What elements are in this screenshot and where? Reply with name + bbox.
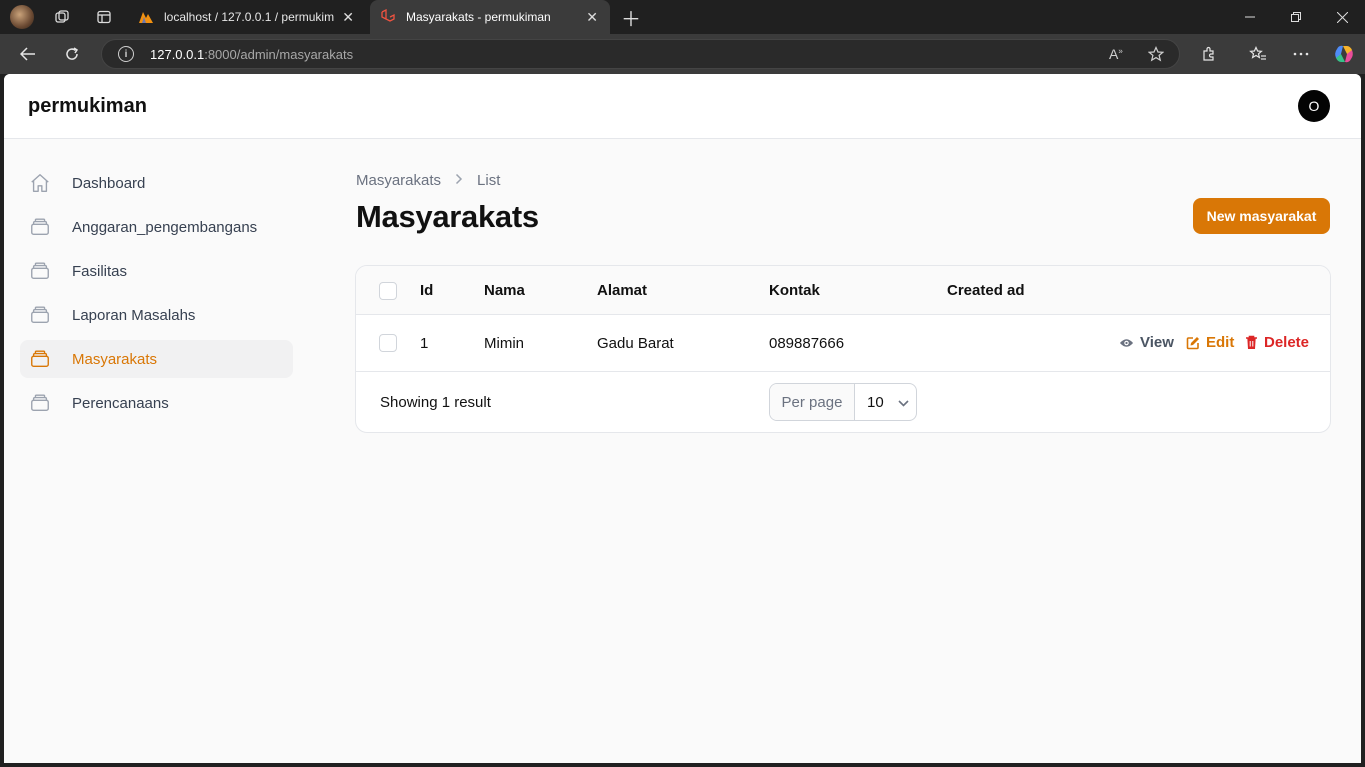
trash-icon xyxy=(1246,335,1257,349)
profile-avatar[interactable] xyxy=(10,5,34,29)
pencil-square-icon xyxy=(1186,336,1199,349)
favorites-icon[interactable] xyxy=(1245,42,1271,66)
column-header-id[interactable]: Id xyxy=(420,282,433,299)
sidebar-item-label: Laporan Masalahs xyxy=(72,306,196,324)
more-menu-icon[interactable] xyxy=(1288,42,1314,66)
browser-toolbar: i 127.0.0.1:8000/admin/masyarakats A» xyxy=(0,34,1365,74)
sidebar-item-label: Dashboard xyxy=(72,174,146,192)
sidebar-item-masyarakats[interactable]: Masyarakats xyxy=(20,340,293,378)
refresh-icon[interactable] xyxy=(59,42,85,66)
column-header-alamat[interactable]: Alamat xyxy=(597,282,647,299)
table-footer: Showing 1 result Per page 10 xyxy=(356,372,1330,432)
table-row[interactable]: 1 Mimin Gadu Barat 089887666 View Edit D… xyxy=(356,315,1330,372)
new-tab-icon[interactable]: ＋ xyxy=(619,6,643,31)
cell-id: 1 xyxy=(420,335,429,352)
app-brand[interactable]: permukiman xyxy=(28,95,147,118)
collection-icon xyxy=(28,259,52,283)
site-info-icon[interactable]: i xyxy=(118,46,134,62)
delete-label: Delete xyxy=(1264,334,1310,351)
sidebar: Dashboard Anggaran_pengembangans Fasilit… xyxy=(20,164,293,428)
eye-icon xyxy=(1119,338,1134,347)
restore-icon[interactable] xyxy=(1273,0,1319,34)
sidebar-item-laporan-masalahs[interactable]: Laporan Masalahs xyxy=(20,296,293,334)
cell-kontak: 089887666 xyxy=(769,335,845,352)
collection-icon xyxy=(28,347,52,371)
chevron-down-icon xyxy=(898,394,909,411)
table-header: Id Nama Alamat Kontak Created ad xyxy=(356,266,1330,315)
per-page-value[interactable]: 10 xyxy=(855,384,916,420)
collection-icon xyxy=(28,215,52,239)
view-action[interactable]: View xyxy=(1119,334,1174,351)
edit-label: Edit xyxy=(1206,334,1235,351)
breadcrumb: Masyarakats List xyxy=(356,172,500,189)
minimize-icon[interactable] xyxy=(1227,0,1273,34)
breadcrumb-parent-link[interactable]: Masyarakats xyxy=(356,172,441,189)
column-header-nama[interactable]: Nama xyxy=(484,282,525,299)
app-page: permukiman O Dashboard Anggaran_pengemba… xyxy=(4,74,1361,763)
app-topbar: permukiman O xyxy=(4,74,1361,139)
per-page-select[interactable]: Per page 10 xyxy=(769,383,917,421)
read-aloud-icon[interactable]: A» xyxy=(1109,46,1123,62)
results-count: Showing 1 result xyxy=(380,394,491,411)
view-label: View xyxy=(1140,334,1174,351)
favorite-star-icon[interactable] xyxy=(1147,46,1165,65)
back-icon[interactable] xyxy=(15,42,41,66)
browser-tab-phpmyadmin[interactable]: localhost / 127.0.0.1 / permukiman ✕ xyxy=(128,0,366,34)
phpmyadmin-favicon-icon xyxy=(139,12,153,23)
sidebar-item-perencanaans[interactable]: Perencanaans xyxy=(20,384,293,422)
per-page-value-text: 10 xyxy=(867,393,884,411)
close-tab-icon[interactable]: ✕ xyxy=(342,9,354,26)
sidebar-item-fasilitas[interactable]: Fasilitas xyxy=(20,252,293,290)
column-header-created-ad[interactable]: Created ad xyxy=(947,282,1025,299)
sidebar-item-label: Masyarakats xyxy=(72,350,158,368)
extensions-icon[interactable] xyxy=(1196,42,1222,66)
breadcrumb-current: List xyxy=(477,172,501,189)
laravel-favicon-icon xyxy=(381,9,395,22)
browser-tab-masyarakats[interactable]: Masyarakats - permukiman ✕ xyxy=(370,0,610,34)
browser-tab-bar: localhost / 127.0.0.1 / permukiman ✕ Mas… xyxy=(0,0,1365,34)
sidebar-item-label: Anggaran_pengembangans xyxy=(72,218,258,236)
tab-title: localhost / 127.0.0.1 / permukiman xyxy=(164,10,335,24)
tab-actions-icon[interactable] xyxy=(92,6,116,28)
sidebar-item-dashboard[interactable]: Dashboard xyxy=(20,164,293,202)
url-text: 127.0.0.1:8000/admin/masyarakats xyxy=(150,47,354,62)
collection-icon xyxy=(28,303,52,327)
copilot-icon[interactable] xyxy=(1331,42,1357,66)
cell-nama: Mimin xyxy=(484,335,524,352)
page-title: Masyarakats xyxy=(356,199,539,234)
sidebar-item-anggaran-pengembangans[interactable]: Anggaran_pengembangans xyxy=(20,208,293,246)
address-bar[interactable]: i 127.0.0.1:8000/admin/masyarakats A» xyxy=(101,39,1180,69)
collection-icon xyxy=(28,391,52,415)
column-header-kontak[interactable]: Kontak xyxy=(769,282,820,299)
delete-action[interactable]: Delete xyxy=(1245,334,1309,351)
user-avatar[interactable]: O xyxy=(1298,90,1330,122)
close-tab-icon[interactable]: ✕ xyxy=(586,9,598,26)
select-all-checkbox[interactable] xyxy=(379,282,397,300)
tab-title: Masyarakats - permukiman xyxy=(406,10,551,24)
sidebar-item-label: Perencanaans xyxy=(72,394,169,412)
close-window-icon[interactable] xyxy=(1319,0,1365,34)
records-table: Id Nama Alamat Kontak Created ad 1 Mimin… xyxy=(355,265,1331,433)
workspaces-icon[interactable] xyxy=(50,6,74,28)
cell-alamat: Gadu Barat xyxy=(597,335,674,352)
new-masyarakat-button[interactable]: New masyarakat xyxy=(1193,198,1330,234)
edit-action[interactable]: Edit xyxy=(1186,334,1234,351)
row-select-checkbox[interactable] xyxy=(379,334,397,352)
per-page-label: Per page xyxy=(770,384,855,420)
sidebar-item-label: Fasilitas xyxy=(72,262,128,280)
chevron-right-icon xyxy=(455,172,463,189)
home-icon xyxy=(28,171,52,195)
